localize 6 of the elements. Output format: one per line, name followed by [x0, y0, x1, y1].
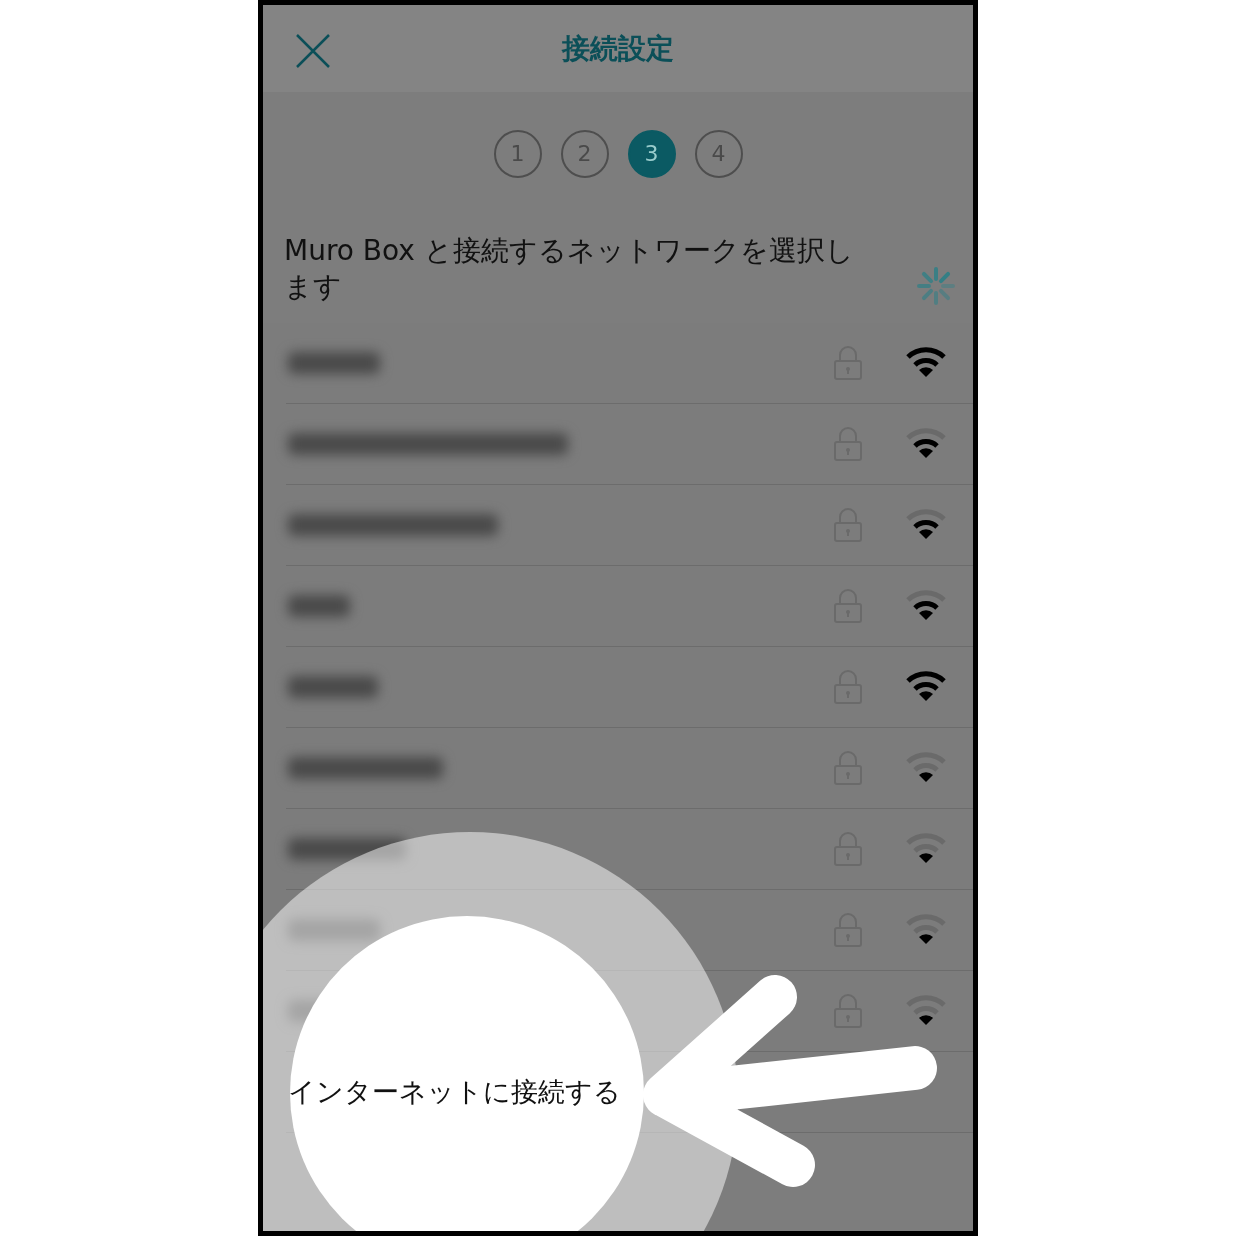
screen-title: 接続設定 [562, 30, 674, 67]
step-indicator[interactable]: 3 [627, 129, 676, 178]
blurred-name [288, 595, 350, 617]
internet-option[interactable]: インターネットに接続する [288, 1074, 621, 1110]
close-icon[interactable] [295, 33, 331, 69]
instruction-text: Muro Box と接続するネットワークを選択します [284, 233, 855, 305]
